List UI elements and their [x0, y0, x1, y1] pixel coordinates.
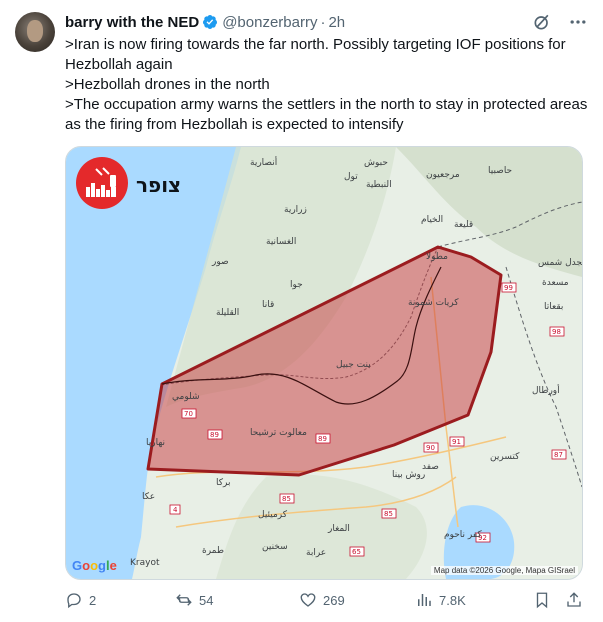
author-handle[interactable]: @bonzerbarry: [222, 14, 317, 31]
svg-text:طمرة: طمرة: [202, 546, 224, 556]
svg-text:الغسانية: الغسانية: [266, 237, 296, 247]
svg-text:المغار: المغار: [327, 524, 350, 534]
svg-text:كتسرين: كتسرين: [490, 452, 520, 462]
tweet-media-map[interactable]: 99 98 70 89 89 90 91 87 85 85 65 92 4 أن…: [65, 146, 583, 580]
header-icons: [532, 12, 588, 32]
svg-text:70: 70: [184, 410, 193, 418]
retweet-button[interactable]: 54: [175, 591, 213, 609]
share-button[interactable]: [565, 591, 583, 609]
svg-text:الخيام: الخيام: [421, 215, 443, 225]
svg-text:القليلة: القليلة: [216, 308, 239, 318]
tweet-line-3: >The occupation army warns the settlers …: [65, 96, 588, 133]
svg-text:زرارية: زرارية: [284, 205, 307, 215]
svg-text:4: 4: [173, 506, 178, 514]
svg-text:بركا: بركا: [216, 478, 231, 488]
bookmark-button[interactable]: [533, 591, 551, 609]
avatar[interactable]: [15, 12, 55, 52]
svg-text:جوا: جوا: [290, 280, 303, 290]
svg-text:النبطية: النبطية: [366, 180, 392, 190]
svg-text:90: 90: [426, 444, 435, 452]
more-options-icon[interactable]: [568, 12, 588, 32]
views-button[interactable]: 7.8K: [415, 591, 466, 609]
svg-text:قانا: قانا: [262, 300, 274, 310]
reply-button[interactable]: 2: [65, 591, 96, 609]
map-attribution: Map data ©2026 Google, Mapa GISrael: [430, 566, 578, 575]
svg-text:شلومي: شلومي: [172, 392, 200, 402]
tzofar-logo-icon: [76, 157, 128, 209]
map-image: 99 98 70 89 89 90 91 87 85 85 65 92 4 أن…: [66, 147, 582, 579]
svg-text:89: 89: [210, 431, 219, 439]
svg-text:98: 98: [552, 328, 561, 336]
svg-text:عكا: عكا: [142, 492, 155, 502]
svg-text:مطولا: مطولا: [426, 252, 448, 262]
views-count: 7.8K: [439, 592, 466, 608]
svg-text:أنصارية: أنصارية: [250, 156, 277, 168]
svg-text:قليعة: قليعة: [454, 220, 473, 230]
svg-text:روش بينا: روش بينا: [392, 470, 425, 480]
svg-text:نهاريا: نهاريا: [146, 438, 165, 448]
svg-text:مرجعيون: مرجعيون: [426, 170, 460, 180]
svg-text:85: 85: [384, 510, 393, 518]
svg-text:كفر ناحوم: كفر ناحوم: [444, 530, 482, 540]
views-icon: [418, 594, 431, 606]
svg-text:مجدل شمس: مجدل شمس: [538, 258, 582, 268]
svg-text:صفد: صفد: [422, 462, 439, 472]
svg-text:بقعاتا: بقعاتا: [544, 302, 563, 312]
retweet-icon: [176, 594, 192, 606]
svg-text:85: 85: [282, 495, 291, 503]
tweet-actions: 2 54 269 7.8K: [65, 590, 585, 610]
like-count: 269: [323, 592, 345, 608]
tweet-line-1: >Iran is now firing towards the far nort…: [65, 36, 566, 73]
svg-text:Krayot: Krayot: [130, 558, 160, 568]
svg-text:حبوش: حبوش: [364, 158, 388, 168]
tweet-line-2: >Hezbollah drones in the north: [65, 76, 270, 93]
share-icon: [567, 592, 581, 607]
tzofar-title: צופר: [136, 173, 182, 197]
svg-text:عرابة: عرابة: [306, 548, 326, 558]
retweet-count: 54: [199, 592, 214, 608]
bookmark-icon: [536, 592, 548, 609]
svg-text:أورطال: أورطال: [532, 384, 560, 396]
timestamp[interactable]: 2h: [328, 14, 345, 31]
svg-text:سخنين: سخنين: [262, 542, 288, 552]
separator-dot: ·: [320, 13, 326, 31]
reply-icon: [67, 593, 81, 609]
verified-badge-icon: [203, 15, 218, 29]
svg-text:91: 91: [452, 438, 461, 446]
svg-text:كريات شمونة: كريات شمونة: [408, 298, 459, 308]
grok-icon[interactable]: [532, 12, 552, 32]
like-button[interactable]: 269: [299, 591, 345, 609]
tweet-header: barry with the NED @bonzerbarry · 2h: [65, 12, 588, 32]
svg-text:معالوت ترشيحا: معالوت ترشيحا: [250, 428, 307, 438]
svg-text:99: 99: [504, 284, 513, 292]
svg-text:65: 65: [352, 548, 361, 556]
google-logo: Google: [72, 558, 117, 573]
heart-icon: [300, 593, 316, 607]
svg-text:89: 89: [318, 435, 327, 443]
svg-text:حاصبيا: حاصبيا: [488, 166, 512, 176]
svg-text:بنت جبيل: بنت جبيل: [336, 360, 371, 370]
svg-text:كرميئيل: كرميئيل: [258, 510, 288, 520]
svg-text:87: 87: [554, 451, 563, 459]
author-name[interactable]: barry with the NED: [65, 14, 199, 31]
tweet-text: >Iran is now firing towards the far nort…: [65, 35, 590, 135]
svg-text:مسعدة: مسعدة: [542, 278, 569, 288]
svg-text:تول: تول: [344, 172, 358, 182]
tweet: barry with the NED @bonzerbarry · 2h >Ir…: [0, 0, 603, 622]
reply-count: 2: [89, 592, 97, 608]
svg-text:صور: صور: [211, 257, 229, 267]
